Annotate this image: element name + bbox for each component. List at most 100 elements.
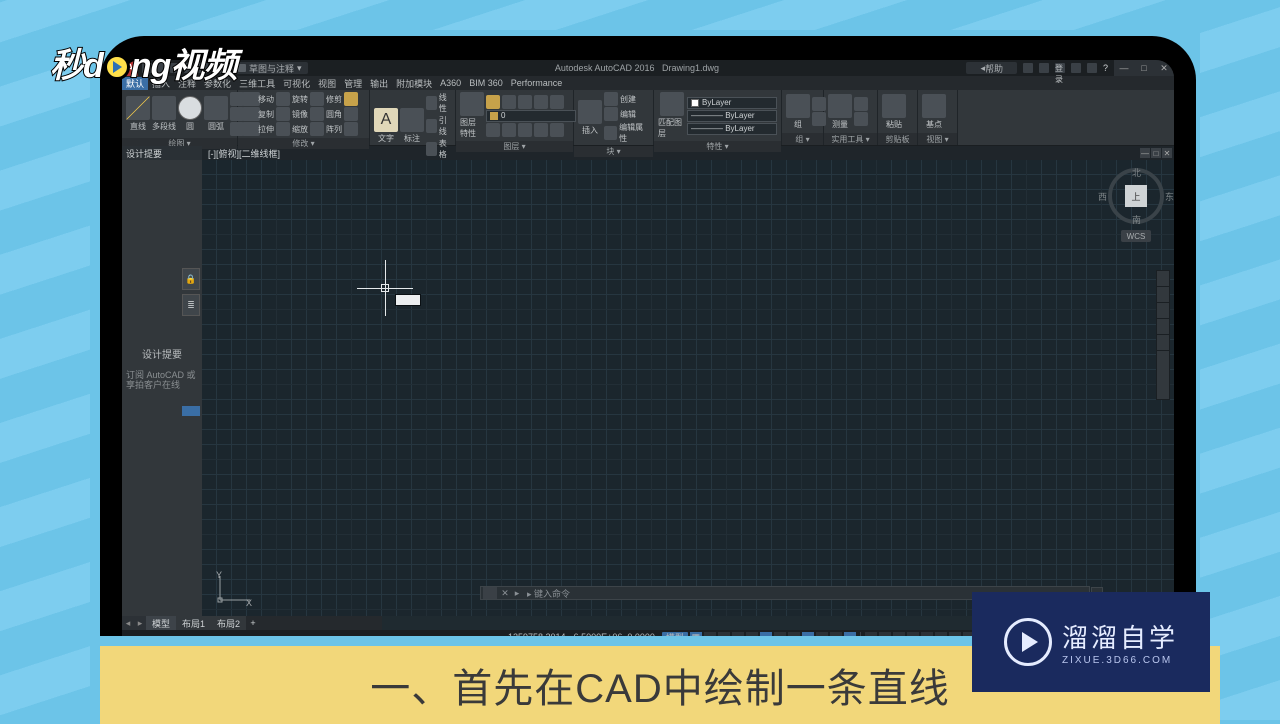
color-dropdown[interactable]: ByLayer — [687, 97, 777, 109]
array-icon[interactable] — [310, 122, 324, 136]
ortho-toggle-icon[interactable] — [718, 632, 730, 637]
commandline-history-icon[interactable]: ▸ — [511, 588, 523, 599]
tab-layout2[interactable]: 布局2 — [211, 616, 246, 630]
insert-block-button[interactable]: 插入 — [578, 100, 602, 136]
workspace-switcher[interactable]: 草图与注释 ▾ — [232, 62, 308, 74]
nav-orbit-icon[interactable] — [1157, 319, 1169, 335]
cycling-toggle-icon[interactable] — [830, 632, 842, 637]
lock-icon[interactable]: 🔒 — [182, 268, 200, 290]
circle-button[interactable]: 圆 — [178, 96, 202, 132]
layer-change-icon[interactable] — [534, 123, 548, 137]
nav-showmotion-icon[interactable] — [1157, 335, 1169, 351]
panel-label-clipboard[interactable]: 剪贴板 — [878, 133, 917, 145]
viewcube-east[interactable]: 东 — [1165, 190, 1174, 203]
transparency-toggle-icon[interactable] — [816, 632, 828, 637]
ribbon-tab-addins[interactable]: 附加模块 — [392, 77, 436, 90]
text-button[interactable]: A文字 — [374, 108, 398, 144]
quickprops-icon[interactable] — [921, 632, 933, 637]
isodraft-toggle-icon[interactable] — [746, 632, 758, 637]
scale-icon[interactable] — [276, 122, 290, 136]
panel-label-utilities[interactable]: 实用工具 ▾ — [824, 133, 877, 145]
match-properties-button[interactable]: 匹配图层 — [658, 92, 685, 139]
rotate-icon[interactable] — [276, 92, 290, 106]
doc-maximize-button[interactable]: □ — [1151, 148, 1161, 158]
ribbon-tab-bim360[interactable]: BIM 360 — [465, 78, 507, 88]
signin-label[interactable]: 登录 — [1055, 63, 1065, 73]
create-block-icon[interactable] — [604, 92, 618, 106]
edit-attr-icon[interactable] — [604, 126, 617, 140]
commandline-close-icon[interactable]: ✕ — [499, 588, 511, 599]
list-icon[interactable]: ≣ — [182, 294, 200, 316]
linear-dim-icon[interactable] — [426, 96, 437, 110]
ribbon-tab-performance[interactable]: Performance — [507, 78, 567, 88]
edit-block-icon[interactable] — [604, 107, 618, 121]
viewcube-west[interactable]: 西 — [1098, 190, 1107, 203]
otrack-toggle-icon[interactable] — [788, 632, 800, 637]
move-icon[interactable] — [242, 92, 256, 106]
modelspace-toggle[interactable]: 模型 — [662, 632, 688, 637]
offset-icon[interactable] — [344, 122, 358, 136]
nav-wheel-icon[interactable] — [1157, 271, 1169, 287]
quickcalc-icon[interactable] — [854, 112, 868, 126]
layer-match-icon[interactable] — [486, 123, 500, 137]
dimension-button[interactable]: 标注 — [400, 108, 424, 144]
polar-toggle-icon[interactable] — [732, 632, 744, 637]
layer-iso-icon[interactable] — [550, 95, 564, 109]
polyline-button[interactable]: 多段线 — [152, 96, 176, 132]
layer-copy-icon[interactable] — [550, 123, 564, 137]
layer-prev-icon[interactable] — [502, 123, 516, 137]
line-button[interactable]: 直线 — [126, 96, 150, 132]
viewcube-south[interactable]: 南 — [1132, 213, 1141, 226]
signin-icon[interactable] — [1039, 63, 1049, 73]
doc-minimize-button[interactable]: — — [1140, 148, 1150, 158]
osnap-toggle-icon[interactable] — [760, 632, 772, 637]
dyn-toggle-icon[interactable] — [844, 632, 856, 637]
baseview-button[interactable]: 基点 — [922, 94, 946, 130]
snap-toggle-icon[interactable] — [704, 632, 716, 637]
grid-toggle-icon[interactable]: ▦ — [690, 632, 702, 637]
ribbon-tab-output[interactable]: 输出 — [366, 77, 392, 90]
units-icon[interactable] — [907, 632, 919, 637]
layer-dropdown[interactable]: 0 — [486, 110, 576, 122]
annoscale-icon[interactable] — [865, 632, 877, 637]
ribbon-tab-3dtools[interactable]: 三维工具 — [235, 77, 279, 90]
fillet-icon[interactable] — [310, 107, 324, 121]
maximize-button[interactable]: □ — [1134, 60, 1154, 76]
wcs-chip[interactable]: WCS — [1121, 230, 1151, 242]
ribbon-tab-visualize[interactable]: 可视化 — [279, 77, 314, 90]
measure-button[interactable]: 测量 — [828, 94, 852, 130]
lwt-toggle-icon[interactable] — [802, 632, 814, 637]
viewcube-top-face[interactable]: 上 — [1125, 185, 1147, 207]
view-cube[interactable]: 上 北 南 西 东 — [1108, 168, 1164, 224]
navigation-bar[interactable] — [1156, 270, 1170, 400]
arc-button[interactable]: 圆弧 — [204, 96, 228, 132]
commandline-menu-icon[interactable] — [483, 587, 497, 599]
leader-icon[interactable] — [426, 119, 437, 133]
viewport-label[interactable]: [-][俯视][二维线框] — [202, 146, 286, 160]
isolate-icon[interactable] — [949, 632, 961, 637]
nav-pan-icon[interactable] — [1157, 287, 1169, 303]
tab-model[interactable]: 模型 — [146, 616, 176, 630]
nav-zoom-icon[interactable] — [1157, 303, 1169, 319]
layer-freeze-icon[interactable] — [534, 95, 548, 109]
3dosnap-toggle-icon[interactable] — [774, 632, 786, 637]
mirror-icon[interactable] — [276, 107, 290, 121]
design-feed-link[interactable] — [182, 406, 200, 416]
explode-icon[interactable] — [344, 107, 358, 121]
group-button[interactable]: 组 — [786, 94, 810, 130]
design-feed-tab[interactable]: 设计提要 — [122, 146, 202, 160]
linetype-dropdown[interactable]: ———— ByLayer — [687, 110, 777, 122]
annotation-monitor-icon[interactable] — [893, 632, 905, 637]
layer-off-icon[interactable] — [518, 95, 532, 109]
help-search[interactable]: ◂ 帮助 — [966, 62, 1017, 74]
workspace-icon[interactable] — [879, 632, 891, 637]
help-icon[interactable]: ? — [1103, 63, 1108, 73]
ribbon-tab-a360[interactable]: A360 — [436, 78, 465, 88]
stretch-icon[interactable] — [242, 122, 256, 136]
tab-layout1[interactable]: 布局1 — [176, 616, 211, 630]
erase-icon[interactable] — [344, 92, 358, 106]
layer-properties-button[interactable]: 图层 特性 — [460, 92, 484, 139]
trim-icon[interactable] — [310, 92, 324, 106]
tabs-scroll-right[interactable]: ▸ — [134, 616, 146, 630]
layer-lock-icon[interactable] — [502, 95, 516, 109]
